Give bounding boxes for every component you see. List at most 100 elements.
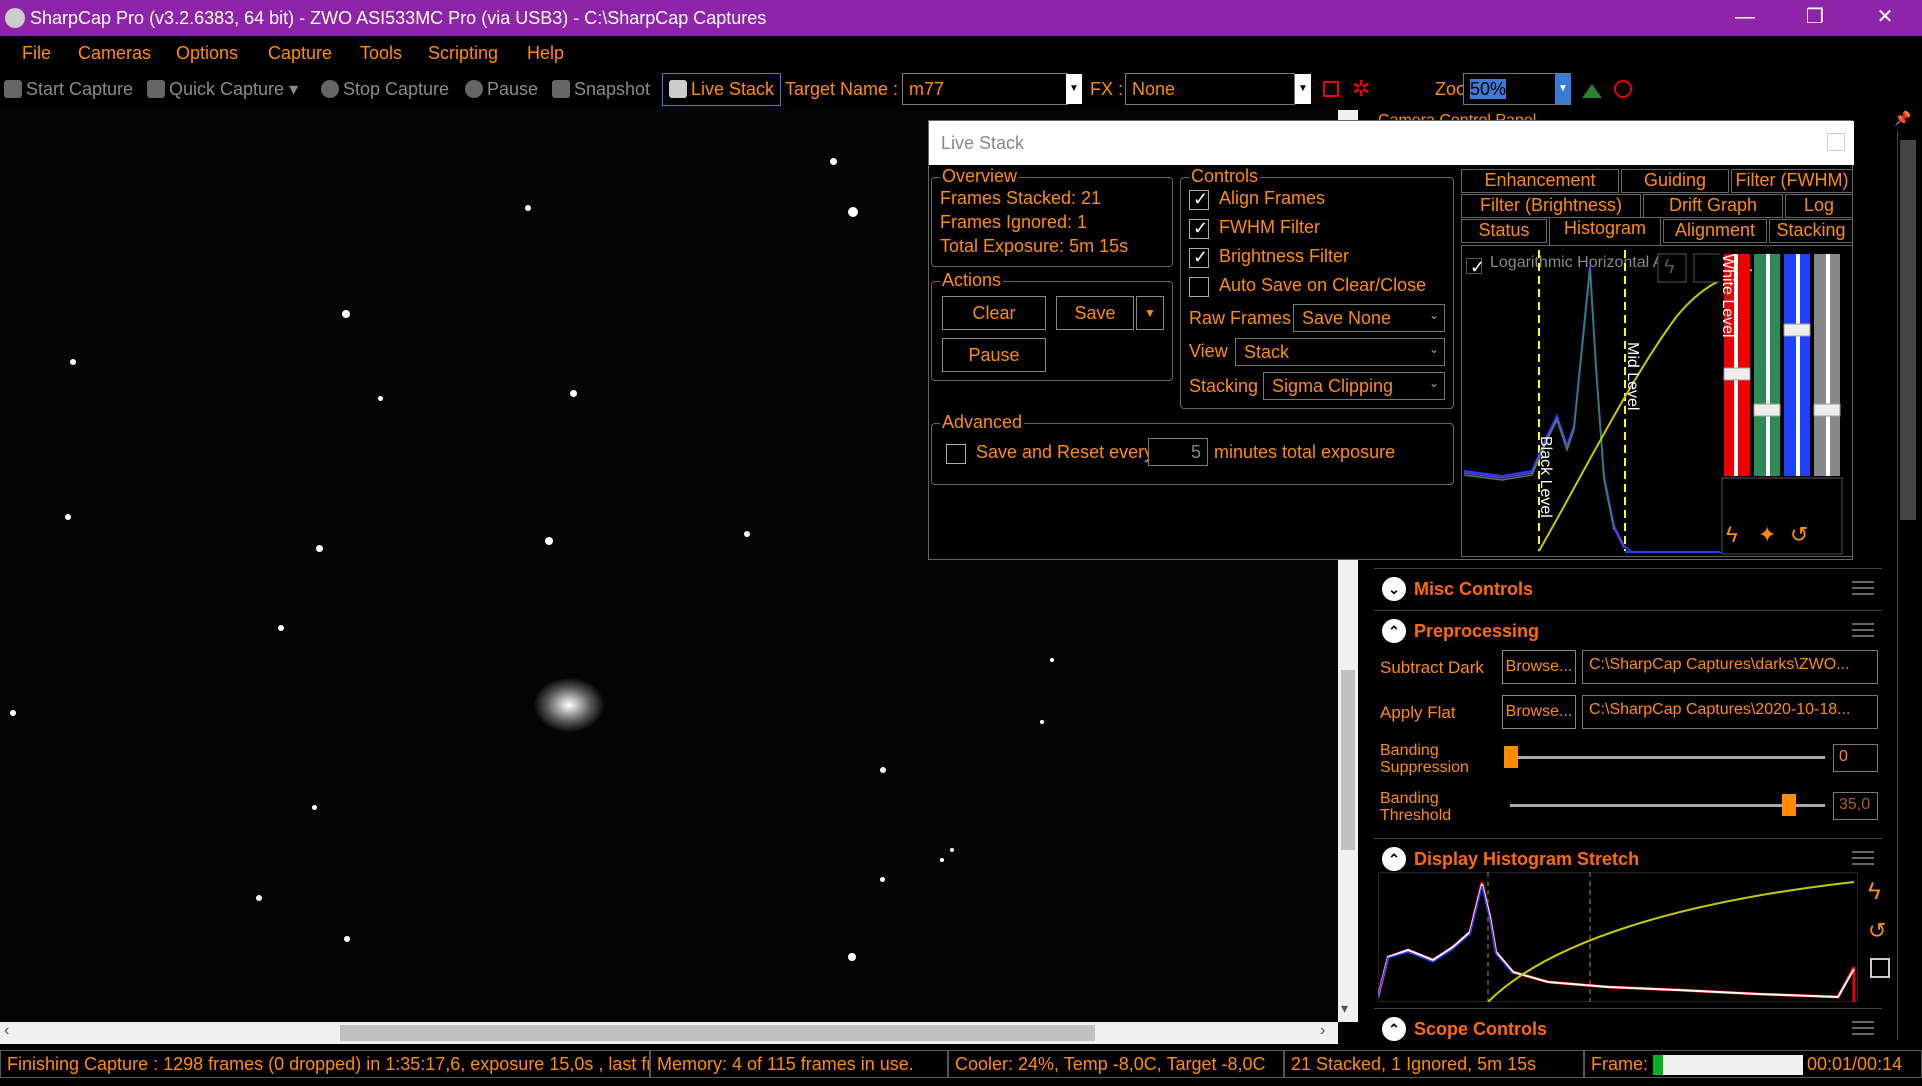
tab-status[interactable]: Status	[1461, 219, 1547, 243]
banding-suppression-slider[interactable]	[1510, 756, 1825, 759]
scroll-left-icon[interactable]: ‹	[4, 1022, 9, 1040]
minimize-button[interactable]: —	[1710, 0, 1780, 36]
tab-histogram[interactable]: Histogram	[1549, 217, 1661, 245]
star	[744, 531, 750, 537]
save-button[interactable]: Save	[1056, 296, 1134, 330]
auto-stretch-icon[interactable]: ϟ	[1726, 522, 1738, 548]
close-button[interactable]	[1827, 133, 1845, 151]
pause-button[interactable]: Pause	[465, 79, 538, 100]
apply-flat-label: Apply Flat	[1380, 703, 1456, 722]
menu-cameras[interactable]: Cameras	[78, 43, 151, 64]
tab-alignment[interactable]: Alignment	[1663, 219, 1767, 243]
menu-tools[interactable]: Tools	[360, 43, 402, 64]
slider-thumb[interactable]	[1504, 746, 1518, 768]
auto-save-checkbox[interactable]	[1189, 277, 1209, 297]
menu-capture[interactable]: Capture	[268, 43, 332, 64]
stack-histogram-chart[interactable]	[1462, 246, 1852, 556]
clear-button[interactable]: Clear	[942, 296, 1046, 330]
menu-file[interactable]: File	[22, 43, 51, 64]
quick-capture-button[interactable]: Quick Capture ▾	[147, 79, 298, 100]
save-icon[interactable]	[1870, 958, 1890, 978]
star	[545, 537, 553, 545]
star	[830, 158, 837, 165]
record-icon[interactable]	[1323, 81, 1339, 97]
tab-guiding[interactable]: Guiding	[1621, 169, 1729, 193]
banding-threshold-slider[interactable]	[1510, 804, 1825, 807]
star-icon[interactable]: ✦	[1758, 522, 1776, 548]
tab-filter-fwhm[interactable]: Filter (FWHM)	[1731, 169, 1853, 193]
snapshot-button[interactable]: Snapshot	[552, 79, 650, 100]
reset-icon[interactable]: ↺	[1790, 522, 1808, 548]
panel-scrollbar[interactable]	[1897, 130, 1917, 1040]
menu-scripting[interactable]: Scripting	[428, 43, 498, 64]
star	[525, 205, 531, 211]
pause-icon	[465, 80, 483, 98]
preprocessing-section[interactable]: ⌃ Preprocessing	[1374, 610, 1882, 650]
pin-icon[interactable]: 📌	[1894, 110, 1911, 127]
menu-icon[interactable]	[1852, 623, 1874, 637]
banding-threshold-input[interactable]: 35,0	[1833, 792, 1878, 820]
stacking-select[interactable]: Sigma Clipping	[1263, 372, 1445, 400]
banding-suppression-input[interactable]: 0	[1833, 744, 1878, 772]
reset-icon[interactable]: ↺	[1868, 918, 1886, 944]
chevron-down-icon: ⌄	[1429, 342, 1440, 356]
pause-stack-button[interactable]: Pause	[942, 338, 1046, 372]
tab-enhancement[interactable]: Enhancement	[1461, 169, 1619, 193]
auto-stretch-icon[interactable]: ϟ	[1868, 878, 1881, 906]
tab-filter-brightness[interactable]: Filter (Brightness)	[1461, 194, 1641, 218]
horizontal-scrollbar[interactable]: ‹ ›	[0, 1022, 1338, 1044]
fwhm-filter-checkbox[interactable]	[1189, 218, 1209, 239]
live-stack-icon	[669, 80, 687, 98]
close-button[interactable]: ✕	[1850, 0, 1920, 36]
star	[880, 877, 885, 882]
crosshair-icon[interactable]: ✲	[1352, 76, 1370, 102]
raw-frames-select[interactable]: Save None	[1293, 304, 1445, 332]
maximize-button[interactable]: ❐	[1780, 0, 1850, 36]
minutes-stepper[interactable]: 5	[1148, 438, 1208, 466]
chevron-down-icon[interactable]: ⌄	[1382, 577, 1406, 601]
scroll-thumb[interactable]	[340, 1025, 1095, 1041]
scroll-thumb[interactable]	[1900, 140, 1916, 520]
target-name-input[interactable]: m77	[902, 73, 1068, 105]
menu-icon[interactable]	[1852, 1021, 1874, 1035]
dark-path-select[interactable]: C:\SharpCap Captures\darks\ZWO...	[1582, 650, 1878, 684]
scroll-down-icon[interactable]: ▾	[1341, 1000, 1348, 1017]
frames-ignored: Frames Ignored: 1	[940, 212, 1088, 232]
histogram-icon[interactable]	[1582, 84, 1602, 98]
flat-path-select[interactable]: C:\SharpCap Captures\2020-10-18...	[1582, 695, 1878, 729]
menu-icon[interactable]	[1852, 851, 1874, 865]
chevron-up-icon[interactable]: ⌃	[1382, 619, 1406, 643]
fx-dropdown-icon[interactable]: ▼	[1295, 74, 1311, 104]
browse-dark-button[interactable]: Browse...	[1502, 650, 1576, 684]
start-capture-button[interactable]: Start Capture	[4, 79, 133, 100]
tab-stacking[interactable]: Stacking	[1769, 219, 1853, 243]
brightness-filter-checkbox[interactable]	[1189, 247, 1209, 268]
browse-flat-button[interactable]: Browse...	[1502, 695, 1576, 729]
menu-icon[interactable]	[1852, 581, 1874, 595]
live-stack-button[interactable]: Live Stack	[662, 73, 782, 106]
fx-select[interactable]: None	[1125, 73, 1295, 105]
slider-thumb[interactable]	[1782, 794, 1796, 816]
zoom-dropdown-icon[interactable]: ▼	[1555, 74, 1571, 104]
scroll-thumb[interactable]	[1341, 670, 1355, 850]
chevron-up-icon[interactable]: ⌃	[1382, 1017, 1406, 1041]
chevron-down-icon: ⌄	[1429, 308, 1440, 322]
tab-drift-graph[interactable]: Drift Graph	[1643, 194, 1783, 218]
display-histogram-chart[interactable]	[1378, 872, 1858, 1002]
star	[950, 848, 954, 852]
view-select[interactable]: Stack	[1235, 338, 1445, 366]
tab-log[interactable]: Log	[1785, 194, 1853, 218]
menu-help[interactable]: Help	[527, 43, 564, 64]
scope-controls-section[interactable]: ⌃ Scope Controls	[1374, 1008, 1882, 1048]
align-frames-checkbox[interactable]	[1189, 189, 1209, 210]
chevron-up-icon[interactable]: ⌃	[1382, 847, 1406, 871]
reticle-icon[interactable]	[1614, 80, 1632, 98]
save-options-dropdown[interactable]: ▼	[1136, 296, 1164, 330]
target-name-dropdown-icon[interactable]: ▼	[1066, 74, 1082, 104]
save-reset-checkbox[interactable]	[946, 444, 966, 464]
auto-stretch-icon[interactable]: ϟ	[1664, 256, 1675, 279]
menu-options[interactable]: Options	[176, 43, 238, 64]
scroll-right-icon[interactable]: ›	[1320, 1022, 1325, 1040]
misc-controls-section[interactable]: ⌄ Misc Controls	[1374, 568, 1882, 608]
stop-capture-button[interactable]: Stop Capture	[321, 79, 449, 100]
